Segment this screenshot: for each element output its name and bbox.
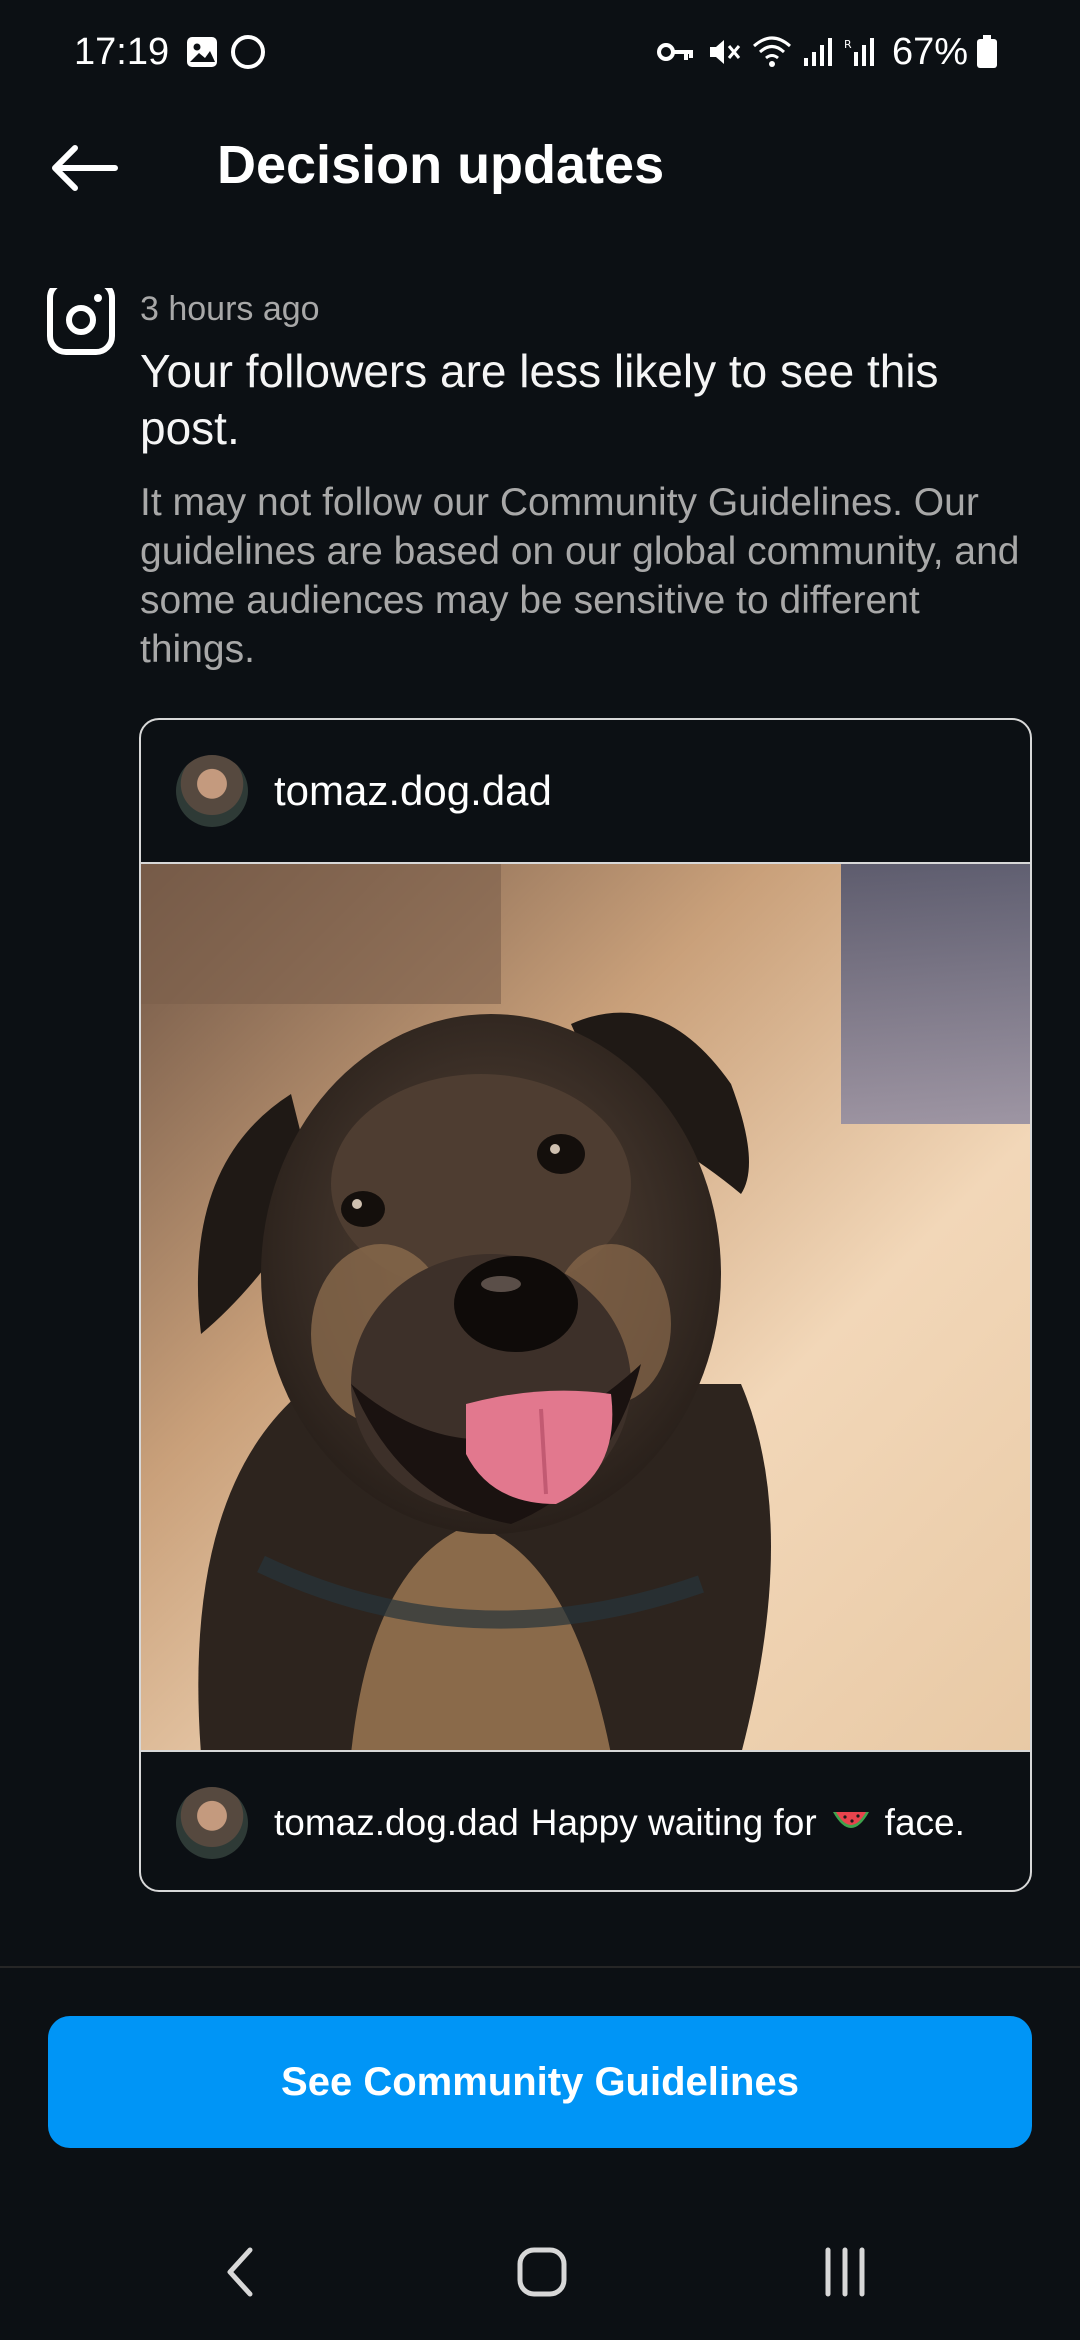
key-icon: [656, 38, 696, 66]
recents-nav-button[interactable]: [805, 2240, 885, 2304]
caption-username[interactable]: tomaz.dog.dad: [274, 1802, 519, 1844]
wifi-icon: [752, 34, 792, 70]
dog-photo[interactable]: [141, 862, 1030, 1752]
page-title: Decision updates: [217, 135, 665, 195]
recents-nav-icon: [825, 2247, 865, 2297]
post-header: tomaz.dog.dad: [141, 720, 1030, 862]
signal-icon: [802, 36, 834, 68]
divider: [0, 1966, 1080, 1968]
mute-icon: [706, 34, 742, 70]
svg-text:R: R: [844, 38, 852, 51]
image-icon: [185, 35, 219, 69]
watermelon-emoji-icon: [831, 1808, 871, 1838]
post-caption: tomaz.dog.dad Happy waiting for face.: [274, 1802, 965, 1844]
status-time: 17:19: [74, 30, 170, 73]
notification-time: 3 hours ago: [140, 290, 320, 328]
header: Decision updates: [0, 112, 1080, 222]
post-username[interactable]: tomaz.dog.dad: [274, 767, 552, 815]
caption-text-start: Happy waiting for: [530, 1802, 817, 1843]
battery-icon: [976, 35, 998, 69]
post-card[interactable]: tomaz.dog.dad tomaz.dog.dad Happy waitin…: [139, 718, 1032, 1892]
back-nav-icon: [227, 2247, 253, 2297]
system-nav-bar: [0, 2220, 1080, 2320]
post-footer: tomaz.dog.dad Happy waiting for face.: [141, 1752, 1030, 1890]
status-bar: 17:19 R 67%: [0, 0, 1080, 104]
circle-icon: [229, 33, 267, 71]
avatar[interactable]: [176, 1787, 248, 1859]
back-nav-button[interactable]: [200, 2240, 280, 2304]
battery-percentage: 67%: [891, 30, 968, 73]
home-nav-button[interactable]: [502, 2240, 582, 2304]
notification-body: It may not follow our Community Guidelin…: [140, 481, 1020, 671]
caption-text-end: face.: [884, 1802, 965, 1843]
notification-headline: Your followers are less likely to see th…: [140, 345, 939, 454]
see-community-guidelines-button[interactable]: See Community Guidelines: [48, 2016, 1032, 2148]
avatar[interactable]: [176, 755, 248, 827]
instagram-icon: [46, 278, 116, 356]
signal-r-icon: R: [844, 36, 876, 68]
back-button[interactable]: [46, 140, 122, 196]
home-nav-icon: [517, 2247, 567, 2297]
arrow-left-icon: [52, 145, 118, 191]
